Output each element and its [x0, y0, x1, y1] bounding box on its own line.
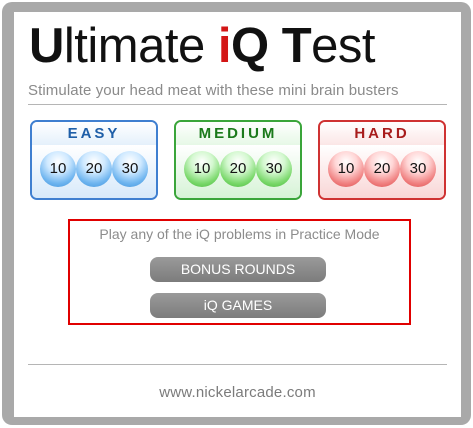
- easy-30-button[interactable]: 30: [112, 151, 148, 187]
- easy-panel: EASY 10 20 30: [30, 120, 158, 200]
- medium-30-button[interactable]: 30: [256, 151, 292, 187]
- hard-panel: HARD 10 20 30: [318, 120, 446, 200]
- practice-mode-box: Play any of the iQ problems in Practice …: [68, 219, 411, 325]
- title-letter-t: T: [281, 19, 312, 73]
- medium-buttons: 10 20 30: [176, 145, 300, 198]
- divider-bottom: [28, 364, 447, 365]
- title-letter-u: U: [29, 19, 64, 73]
- menu-panel: Ultimate iQ Test Stimulate your head mea…: [14, 12, 461, 417]
- title-letter-i: i: [217, 19, 232, 73]
- easy-20-button[interactable]: 20: [76, 151, 112, 187]
- practice-message: Play any of the iQ problems in Practice …: [99, 226, 380, 242]
- title-letter-q: Q: [230, 19, 269, 73]
- hard-label: HARD: [320, 122, 444, 145]
- easy-10-button[interactable]: 10: [40, 151, 76, 187]
- medium-panel: MEDIUM 10 20 30: [174, 120, 302, 200]
- title-part-est: est: [311, 19, 376, 73]
- bonus-rounds-button[interactable]: BONUS ROUNDS: [150, 257, 326, 282]
- subtitle: Stimulate your head meat with these mini…: [28, 82, 399, 99]
- medium-20-button[interactable]: 20: [220, 151, 256, 187]
- easy-buttons: 10 20 30: [32, 145, 156, 198]
- divider-top: [28, 104, 447, 105]
- hard-10-button[interactable]: 10: [328, 151, 364, 187]
- outer-frame: Ultimate iQ Test Stimulate your head mea…: [2, 2, 471, 425]
- hard-30-button[interactable]: 30: [400, 151, 436, 187]
- game-title: Ultimate iQ Test: [29, 16, 449, 76]
- title-part-ltimate: ltimate: [63, 19, 218, 73]
- hard-buttons: 10 20 30: [320, 145, 444, 198]
- hard-20-button[interactable]: 20: [364, 151, 400, 187]
- medium-10-button[interactable]: 10: [184, 151, 220, 187]
- iq-games-button[interactable]: iQ GAMES: [150, 293, 326, 318]
- easy-label: EASY: [32, 122, 156, 145]
- medium-label: MEDIUM: [176, 122, 300, 145]
- footer-link[interactable]: www.nickelarcade.com: [14, 384, 461, 401]
